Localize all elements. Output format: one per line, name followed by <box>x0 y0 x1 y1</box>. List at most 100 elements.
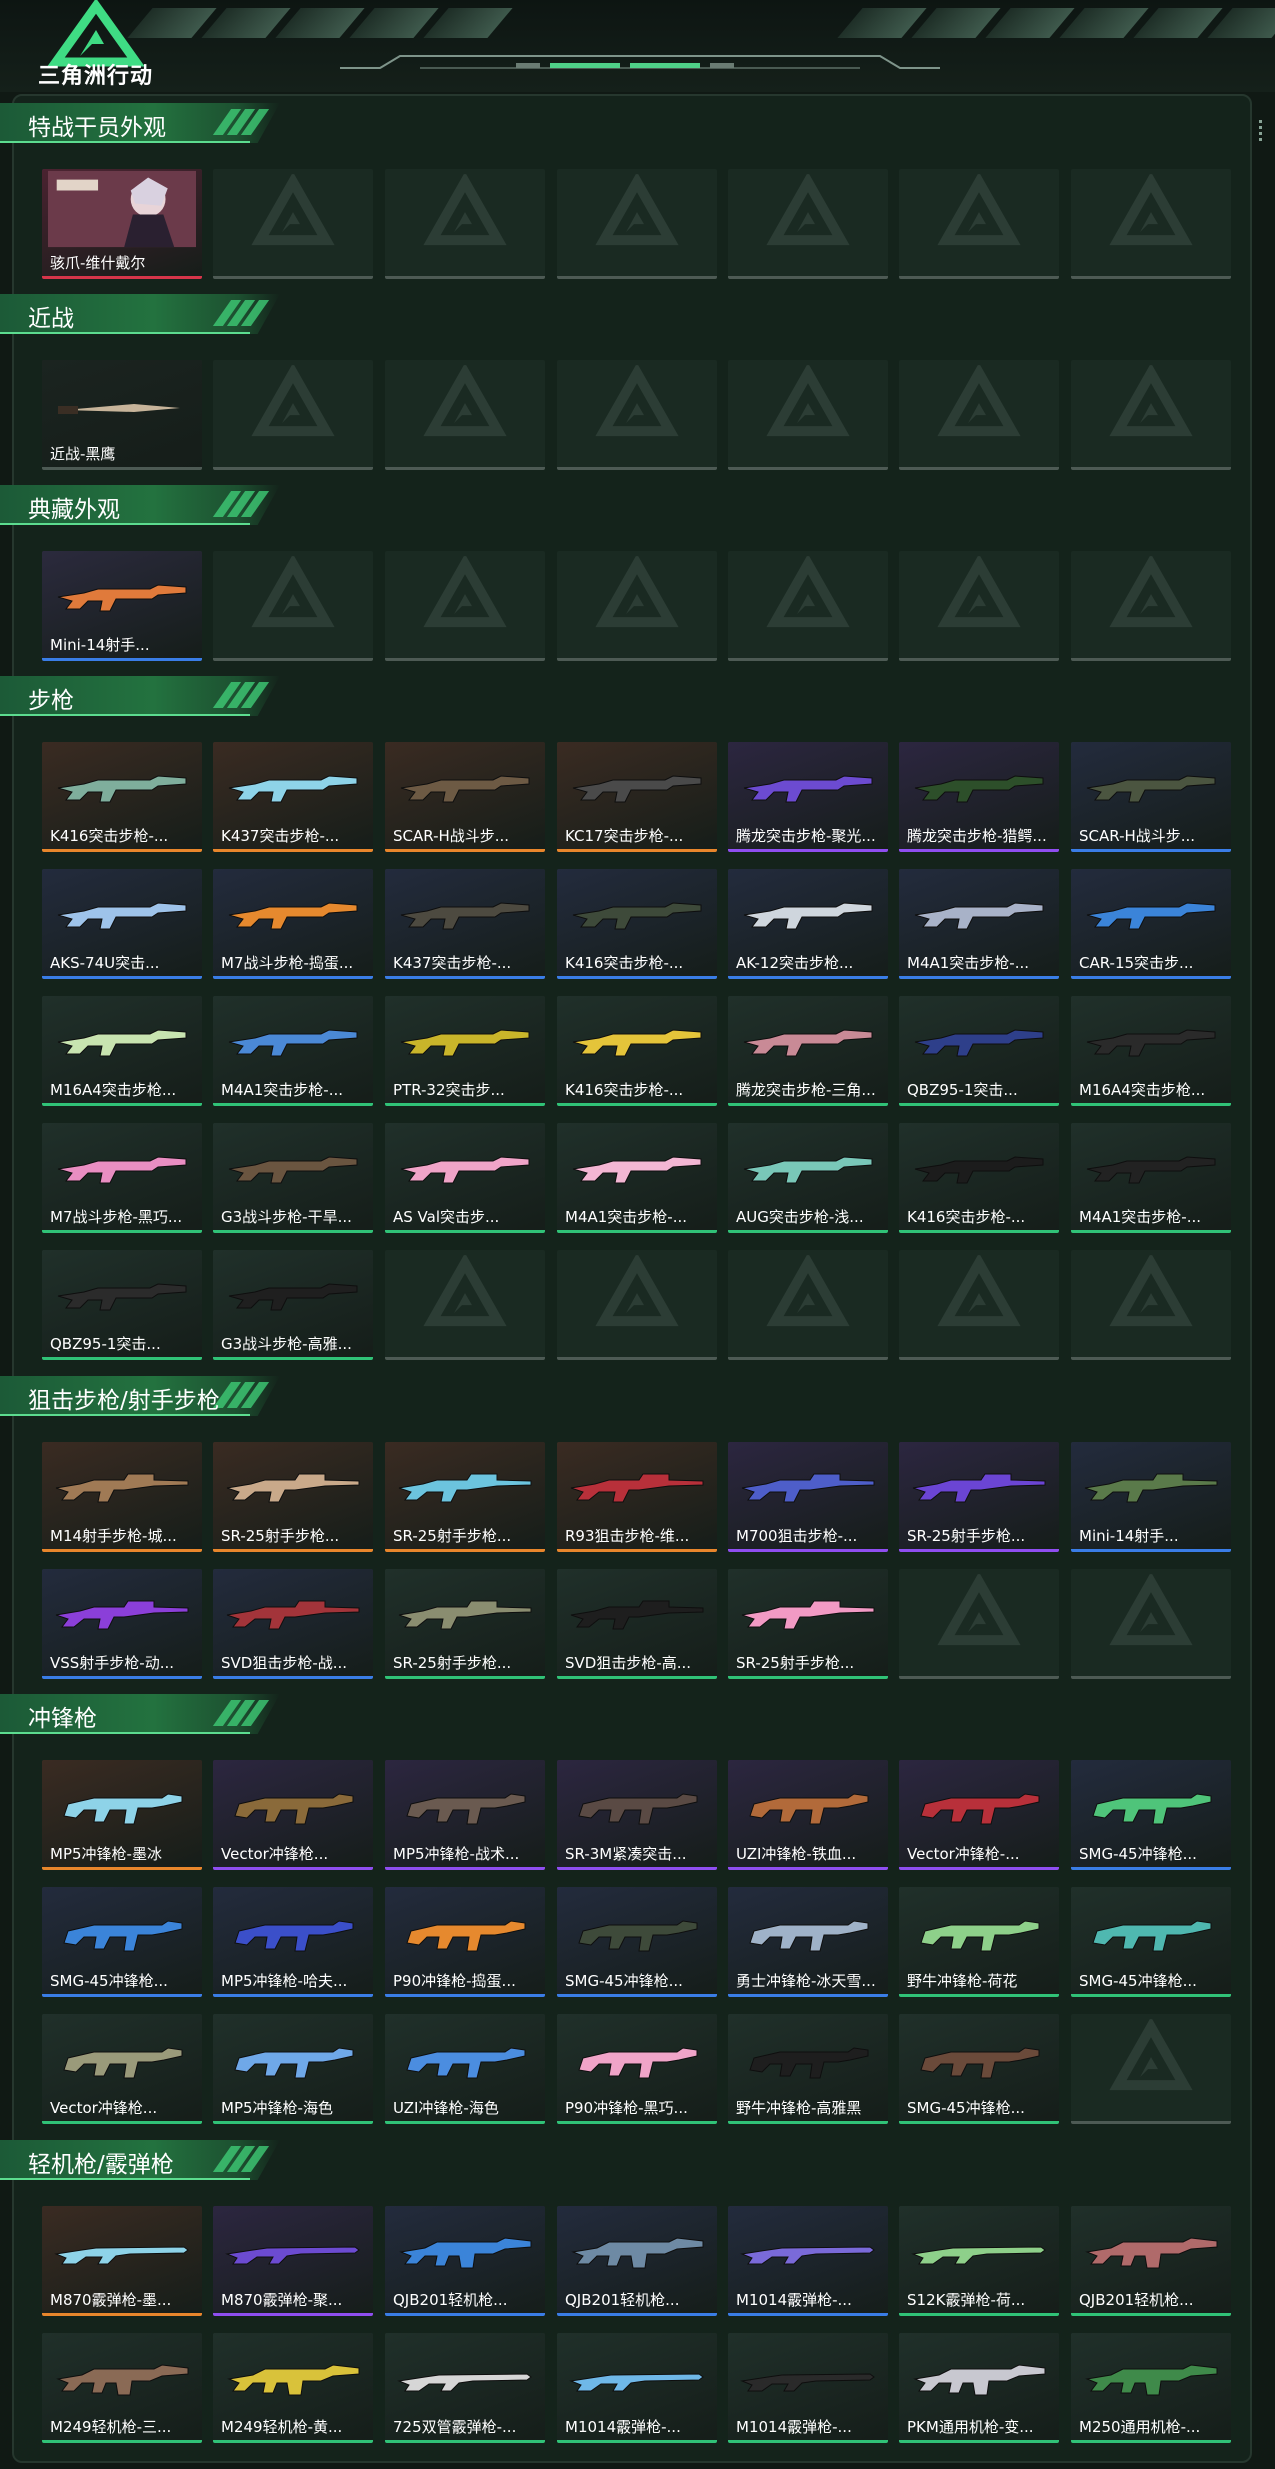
item-card[interactable]: MP5冲锋枪-海色 <box>213 2014 373 2124</box>
item-card[interactable]: SR-25射手步枪... <box>385 1442 545 1552</box>
item-name: AK-12突击步枪... <box>736 954 854 972</box>
item-card[interactable]: SVD狙击步枪-战... <box>213 1569 373 1679</box>
item-card[interactable]: Vector冲锋枪... <box>213 1760 373 1870</box>
item-card[interactable]: AK-12突击步枪... <box>728 869 888 979</box>
item-card[interactable]: K416突击步枪-... <box>557 869 717 979</box>
item-card[interactable]: SMG-45冲锋枪... <box>42 1887 202 1997</box>
item-card[interactable]: QJB201轻机枪... <box>557 2206 717 2316</box>
item-card[interactable]: M7战斗步枪-捣蛋... <box>213 869 373 979</box>
item-card[interactable]: K437突击步枪-... <box>213 742 373 852</box>
item-card[interactable]: P90冲锋枪-捣蛋... <box>385 1887 545 1997</box>
rarity-bar <box>42 1994 202 1997</box>
scrollbar-handle[interactable] <box>1259 120 1263 144</box>
item-card[interactable]: MP5冲锋枪-战术... <box>385 1760 545 1870</box>
item-name: AUG突击步枪-浅... <box>736 1208 864 1226</box>
item-card[interactable]: M7战斗步枪-黑巧... <box>42 1123 202 1233</box>
item-name: SMG-45冲锋枪... <box>1079 1972 1197 1990</box>
item-card[interactable]: AKS-74U突击... <box>42 869 202 979</box>
item-card[interactable]: Mini-14射手... <box>42 551 202 661</box>
item-card[interactable]: G3战斗步枪-干旱... <box>213 1123 373 1233</box>
item-card[interactable]: SR-25射手步枪... <box>385 1569 545 1679</box>
item-card[interactable]: SMG-45冲锋枪... <box>1071 1760 1231 1870</box>
item-card[interactable]: 725双管霰弹枪-... <box>385 2333 545 2443</box>
item-card[interactable]: M16A4突击步枪... <box>42 996 202 1106</box>
item-card[interactable]: MP5冲锋枪-哈夫... <box>213 1887 373 1997</box>
item-card[interactable]: CAR-15突击步... <box>1071 869 1231 979</box>
item-name: UZI冲锋枪-铁血... <box>736 1845 857 1863</box>
rarity-bar <box>1071 976 1231 979</box>
item-card[interactable]: SVD狙击步枪-高... <box>557 1569 717 1679</box>
item-card[interactable]: Mini-14射手... <box>1071 1442 1231 1552</box>
item-card[interactable]: 骇爪-维什戴尔 <box>42 169 202 279</box>
item-card[interactable]: 勇士冲锋枪-冰天雪... <box>728 1887 888 1997</box>
item-card[interactable]: K416突击步枪-... <box>42 742 202 852</box>
item-card[interactable]: 野牛冲锋枪-高雅黑 <box>728 2014 888 2124</box>
rifle-icon <box>400 775 530 803</box>
item-card[interactable]: QJB201轻机枪... <box>385 2206 545 2316</box>
item-card[interactable]: QBZ95-1突击... <box>899 996 1059 1106</box>
item-card[interactable]: SCAR-H战斗步... <box>385 742 545 852</box>
item-card[interactable]: QJB201轻机枪... <box>1071 2206 1231 2316</box>
item-card[interactable]: VSS射手步枪-动... <box>42 1569 202 1679</box>
item-name: M14射手步枪-城... <box>50 1527 177 1545</box>
item-card[interactable]: AUG突击步枪-浅... <box>728 1123 888 1233</box>
item-card[interactable]: M1014霰弹枪-... <box>728 2206 888 2316</box>
item-card[interactable]: M870霰弹枪-聚... <box>213 2206 373 2316</box>
item-card[interactable]: M870霰弹枪-墨... <box>42 2206 202 2316</box>
item-card[interactable]: MP5冲锋枪-墨冰 <box>42 1760 202 1870</box>
item-card[interactable]: SMG-45冲锋枪... <box>557 1887 717 1997</box>
app-title: 三角洲行动 <box>38 63 154 88</box>
rarity-bar <box>557 1867 717 1870</box>
item-card[interactable]: M16A4突击步枪... <box>1071 996 1231 1106</box>
item-card[interactable]: M1014霰弹枪-... <box>557 2333 717 2443</box>
item-card[interactable]: Vector冲锋枪... <box>42 2014 202 2124</box>
rarity-bar <box>557 976 717 979</box>
item-card[interactable]: K416突击步枪-... <box>557 996 717 1106</box>
item-card[interactable]: PTR-32突击步... <box>385 996 545 1106</box>
item-card[interactable]: SCAR-H战斗步... <box>1071 742 1231 852</box>
rifle-icon <box>743 1156 873 1184</box>
item-card[interactable]: S12K霰弹枪-荷... <box>899 2206 1059 2316</box>
item-card[interactable]: M4A1突击步枪-... <box>213 996 373 1106</box>
item-card[interactable]: M249轻机枪-黄... <box>213 2333 373 2443</box>
item-name: SR-25射手步枪... <box>221 1527 340 1545</box>
item-card[interactable]: M4A1突击步枪-... <box>557 1123 717 1233</box>
item-name: K416突击步枪-... <box>50 827 169 845</box>
item-card[interactable]: 近战-黑鹰 <box>42 360 202 470</box>
item-card[interactable]: UZI冲锋枪-海色 <box>385 2014 545 2124</box>
item-card[interactable]: 腾龙突击步枪-猎鳄... <box>899 742 1059 852</box>
item-card[interactable]: P90冲锋枪-黑巧... <box>557 2014 717 2124</box>
item-card[interactable]: M249轻机枪-三... <box>42 2333 202 2443</box>
item-card[interactable]: K437突击步枪-... <box>385 869 545 979</box>
item-card[interactable]: Vector冲锋枪-... <box>899 1760 1059 1870</box>
item-card[interactable]: M1014霰弹枪-... <box>728 2333 888 2443</box>
section-title: 近战 <box>28 306 74 332</box>
rifle-icon <box>400 1029 530 1057</box>
item-card[interactable]: SR-25射手步枪... <box>213 1442 373 1552</box>
item-card[interactable]: K416突击步枪-... <box>899 1123 1059 1233</box>
item-card[interactable]: 腾龙突击步枪-聚光... <box>728 742 888 852</box>
item-card[interactable]: M4A1突击步枪-... <box>899 869 1059 979</box>
item-card[interactable]: M250通用机枪-... <box>1071 2333 1231 2443</box>
item-card[interactable]: SR-25射手步枪... <box>899 1442 1059 1552</box>
slot-bar <box>557 467 717 470</box>
item-card[interactable]: SR-25射手步枪... <box>728 1569 888 1679</box>
item-card[interactable]: UZI冲锋枪-铁血... <box>728 1760 888 1870</box>
item-card[interactable]: M700狙击步枪-... <box>728 1442 888 1552</box>
item-card[interactable]: M4A1突击步枪-... <box>1071 1123 1231 1233</box>
item-card[interactable]: 野牛冲锋枪-荷花 <box>899 1887 1059 1997</box>
rarity-bar <box>42 467 202 470</box>
item-card[interactable]: G3战斗步枪-高雅... <box>213 1250 373 1360</box>
item-card[interactable]: AS Val突击步... <box>385 1123 545 1233</box>
section-header: 近战 <box>0 294 280 334</box>
item-card[interactable]: SMG-45冲锋枪... <box>1071 1887 1231 1997</box>
item-card[interactable]: KC17突击步枪-... <box>557 742 717 852</box>
item-card[interactable]: 腾龙突击步枪-三角... <box>728 996 888 1106</box>
section-header: 轻机枪/霰弹枪 <box>0 2140 280 2180</box>
item-card[interactable]: PKM通用机枪-变... <box>899 2333 1059 2443</box>
item-card[interactable]: SR-3M紧凑突击... <box>557 1760 717 1870</box>
item-card[interactable]: SMG-45冲锋枪... <box>899 2014 1059 2124</box>
item-card[interactable]: R93狙击步枪-维... <box>557 1442 717 1552</box>
item-card[interactable]: M14射手步枪-城... <box>42 1442 202 1552</box>
item-card[interactable]: QBZ95-1突击... <box>42 1250 202 1360</box>
